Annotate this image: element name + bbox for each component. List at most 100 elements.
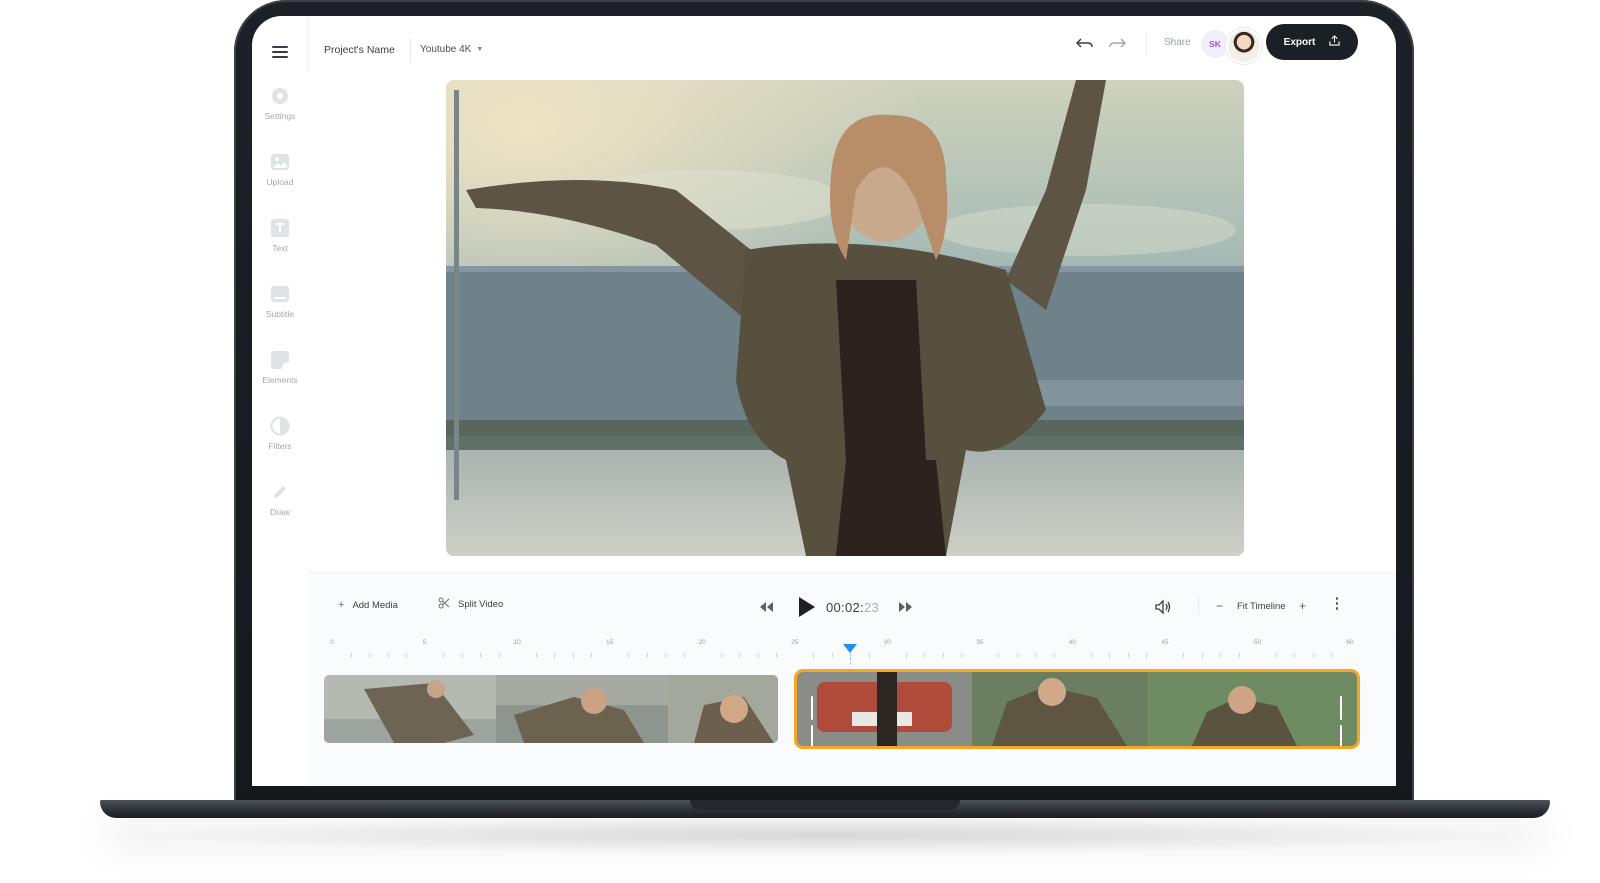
sidebar-item-draw[interactable]: Draw xyxy=(252,482,308,517)
chevron-down-icon: ▼ xyxy=(476,46,484,53)
ruler-tick xyxy=(1275,653,1277,658)
ruler-label: 40 xyxy=(1068,639,1076,646)
zoom-out-button[interactable]: − xyxy=(1216,600,1223,612)
ruler-tick xyxy=(1127,653,1129,658)
add-media-button[interactable]: + Add Media xyxy=(338,599,398,611)
sidebar-item-elements[interactable]: Elements xyxy=(252,350,308,385)
collaborator-badge[interactable]: SK xyxy=(1201,30,1229,58)
ruler-tick xyxy=(406,653,408,658)
upload-icon xyxy=(1329,35,1340,49)
ruler-tick xyxy=(868,653,870,658)
ruler-tick xyxy=(1331,653,1333,658)
ruler-tick xyxy=(461,653,463,658)
app-screen: Settings Upload Text Subtitle Elements F… xyxy=(252,16,1396,786)
playhead[interactable] xyxy=(843,644,858,653)
elements-icon xyxy=(270,350,290,370)
ruler-tick xyxy=(1109,653,1111,658)
ruler-tick xyxy=(665,653,667,658)
ruler-label: 60 xyxy=(1346,639,1354,646)
menu-icon[interactable] xyxy=(272,46,288,61)
timeline-panel: + Add Media Split Video 00:02:23 − Fit T… xyxy=(308,572,1396,786)
sidebar-item-label: Elements xyxy=(262,375,298,385)
ruler-tick xyxy=(646,653,648,658)
scissors-icon xyxy=(438,597,450,612)
ruler-tick xyxy=(1238,653,1240,658)
project-name[interactable]: Project's Name xyxy=(324,44,395,56)
pencil-icon xyxy=(270,482,290,502)
more-options-icon[interactable] xyxy=(1334,597,1340,613)
split-video-button[interactable]: Split Video xyxy=(438,597,503,612)
ruler-tick xyxy=(1053,653,1055,658)
play-icon[interactable] xyxy=(796,596,816,618)
format-value: Youtube 4K xyxy=(420,44,472,55)
ruler-label: 45 xyxy=(1161,639,1169,646)
ruler-tick xyxy=(387,653,389,658)
ruler-tick xyxy=(961,653,963,658)
sidebar-item-upload[interactable]: Upload xyxy=(252,152,308,187)
ruler-label: 35 xyxy=(976,639,984,646)
sidebar-item-settings[interactable]: Settings xyxy=(252,86,308,121)
ruler-tick xyxy=(776,653,778,658)
ruler-tick xyxy=(1220,653,1222,658)
ruler-tick xyxy=(1201,653,1203,658)
avatar[interactable] xyxy=(1226,28,1262,64)
ruler-tick xyxy=(942,653,944,658)
zoom-in-button[interactable]: + xyxy=(1299,600,1306,612)
ruler-label: 0 xyxy=(330,639,334,646)
timecode: 00:02:23 xyxy=(826,600,890,615)
sidebar-item-label: Filters xyxy=(268,441,292,451)
ruler-tick xyxy=(591,653,593,658)
sidebar-item-subtitle[interactable]: Subtitle xyxy=(252,284,308,319)
ruler-tick xyxy=(1035,653,1037,658)
video-clip-1[interactable] xyxy=(324,675,778,743)
sidebar-item-label: Draw xyxy=(270,507,290,517)
add-media-label: Add Media xyxy=(352,599,398,611)
ruler-label: 15 xyxy=(606,639,614,646)
ruler-tick xyxy=(350,653,352,658)
gear-icon xyxy=(270,86,290,106)
ruler-tick xyxy=(1016,653,1018,658)
undo-icon[interactable] xyxy=(1074,34,1096,52)
format-select[interactable]: Youtube 4K ▼ xyxy=(420,44,483,55)
playback-controls: 00:02:23 xyxy=(758,593,914,621)
ruler-tick xyxy=(998,653,1000,658)
ruler-tick xyxy=(369,653,371,658)
export-label: Export xyxy=(1283,36,1316,48)
ruler-label: 50 xyxy=(1253,639,1262,646)
image-upload-icon xyxy=(270,152,290,172)
fast-forward-icon[interactable] xyxy=(898,601,914,613)
export-button[interactable]: Export xyxy=(1266,24,1358,60)
ruler-label: 5 xyxy=(422,639,427,646)
timeline-ruler[interactable]: 0 5 10 15 20 25 30 35 40 45 50 60 xyxy=(308,635,1396,665)
ruler-tick xyxy=(628,653,630,658)
ruler-tick xyxy=(757,653,759,658)
ruler-tick xyxy=(1312,653,1314,658)
sidebar-item-filters[interactable]: Filters xyxy=(252,416,308,451)
video-preview[interactable] xyxy=(446,80,1244,556)
trim-handle-right[interactable] xyxy=(1340,696,1347,746)
ruler-tick xyxy=(905,653,907,658)
top-bar: Project's Name Youtube 4K ▼ Share SK Expo… xyxy=(308,16,1396,72)
sidebar-item-label: Settings xyxy=(264,111,296,121)
volume-icon[interactable] xyxy=(1154,599,1172,615)
video-clip-2-selected[interactable] xyxy=(794,669,1360,749)
share-button[interactable]: Share xyxy=(1164,37,1191,48)
sidebar-item-label: Upload xyxy=(266,177,294,187)
laptop-shadow xyxy=(120,815,1530,855)
ruler-tick xyxy=(813,653,815,658)
rewind-icon[interactable] xyxy=(758,601,774,613)
ruler-tick xyxy=(535,653,537,658)
divider xyxy=(1198,597,1199,615)
filter-icon xyxy=(270,416,290,436)
ruler-tick xyxy=(498,653,500,658)
ruler-tick xyxy=(572,653,574,658)
split-video-label: Split Video xyxy=(458,599,504,610)
redo-icon[interactable] xyxy=(1106,34,1128,52)
timecode-frames: 23 xyxy=(863,599,880,615)
sidebar-item-text[interactable]: Text xyxy=(252,218,308,253)
sidebar: Settings Upload Text Subtitle Elements F… xyxy=(252,16,309,786)
ruler-tick xyxy=(831,653,833,658)
ruler-tick xyxy=(1146,653,1148,658)
trim-handle-left[interactable] xyxy=(811,696,818,746)
text-icon xyxy=(270,218,290,238)
